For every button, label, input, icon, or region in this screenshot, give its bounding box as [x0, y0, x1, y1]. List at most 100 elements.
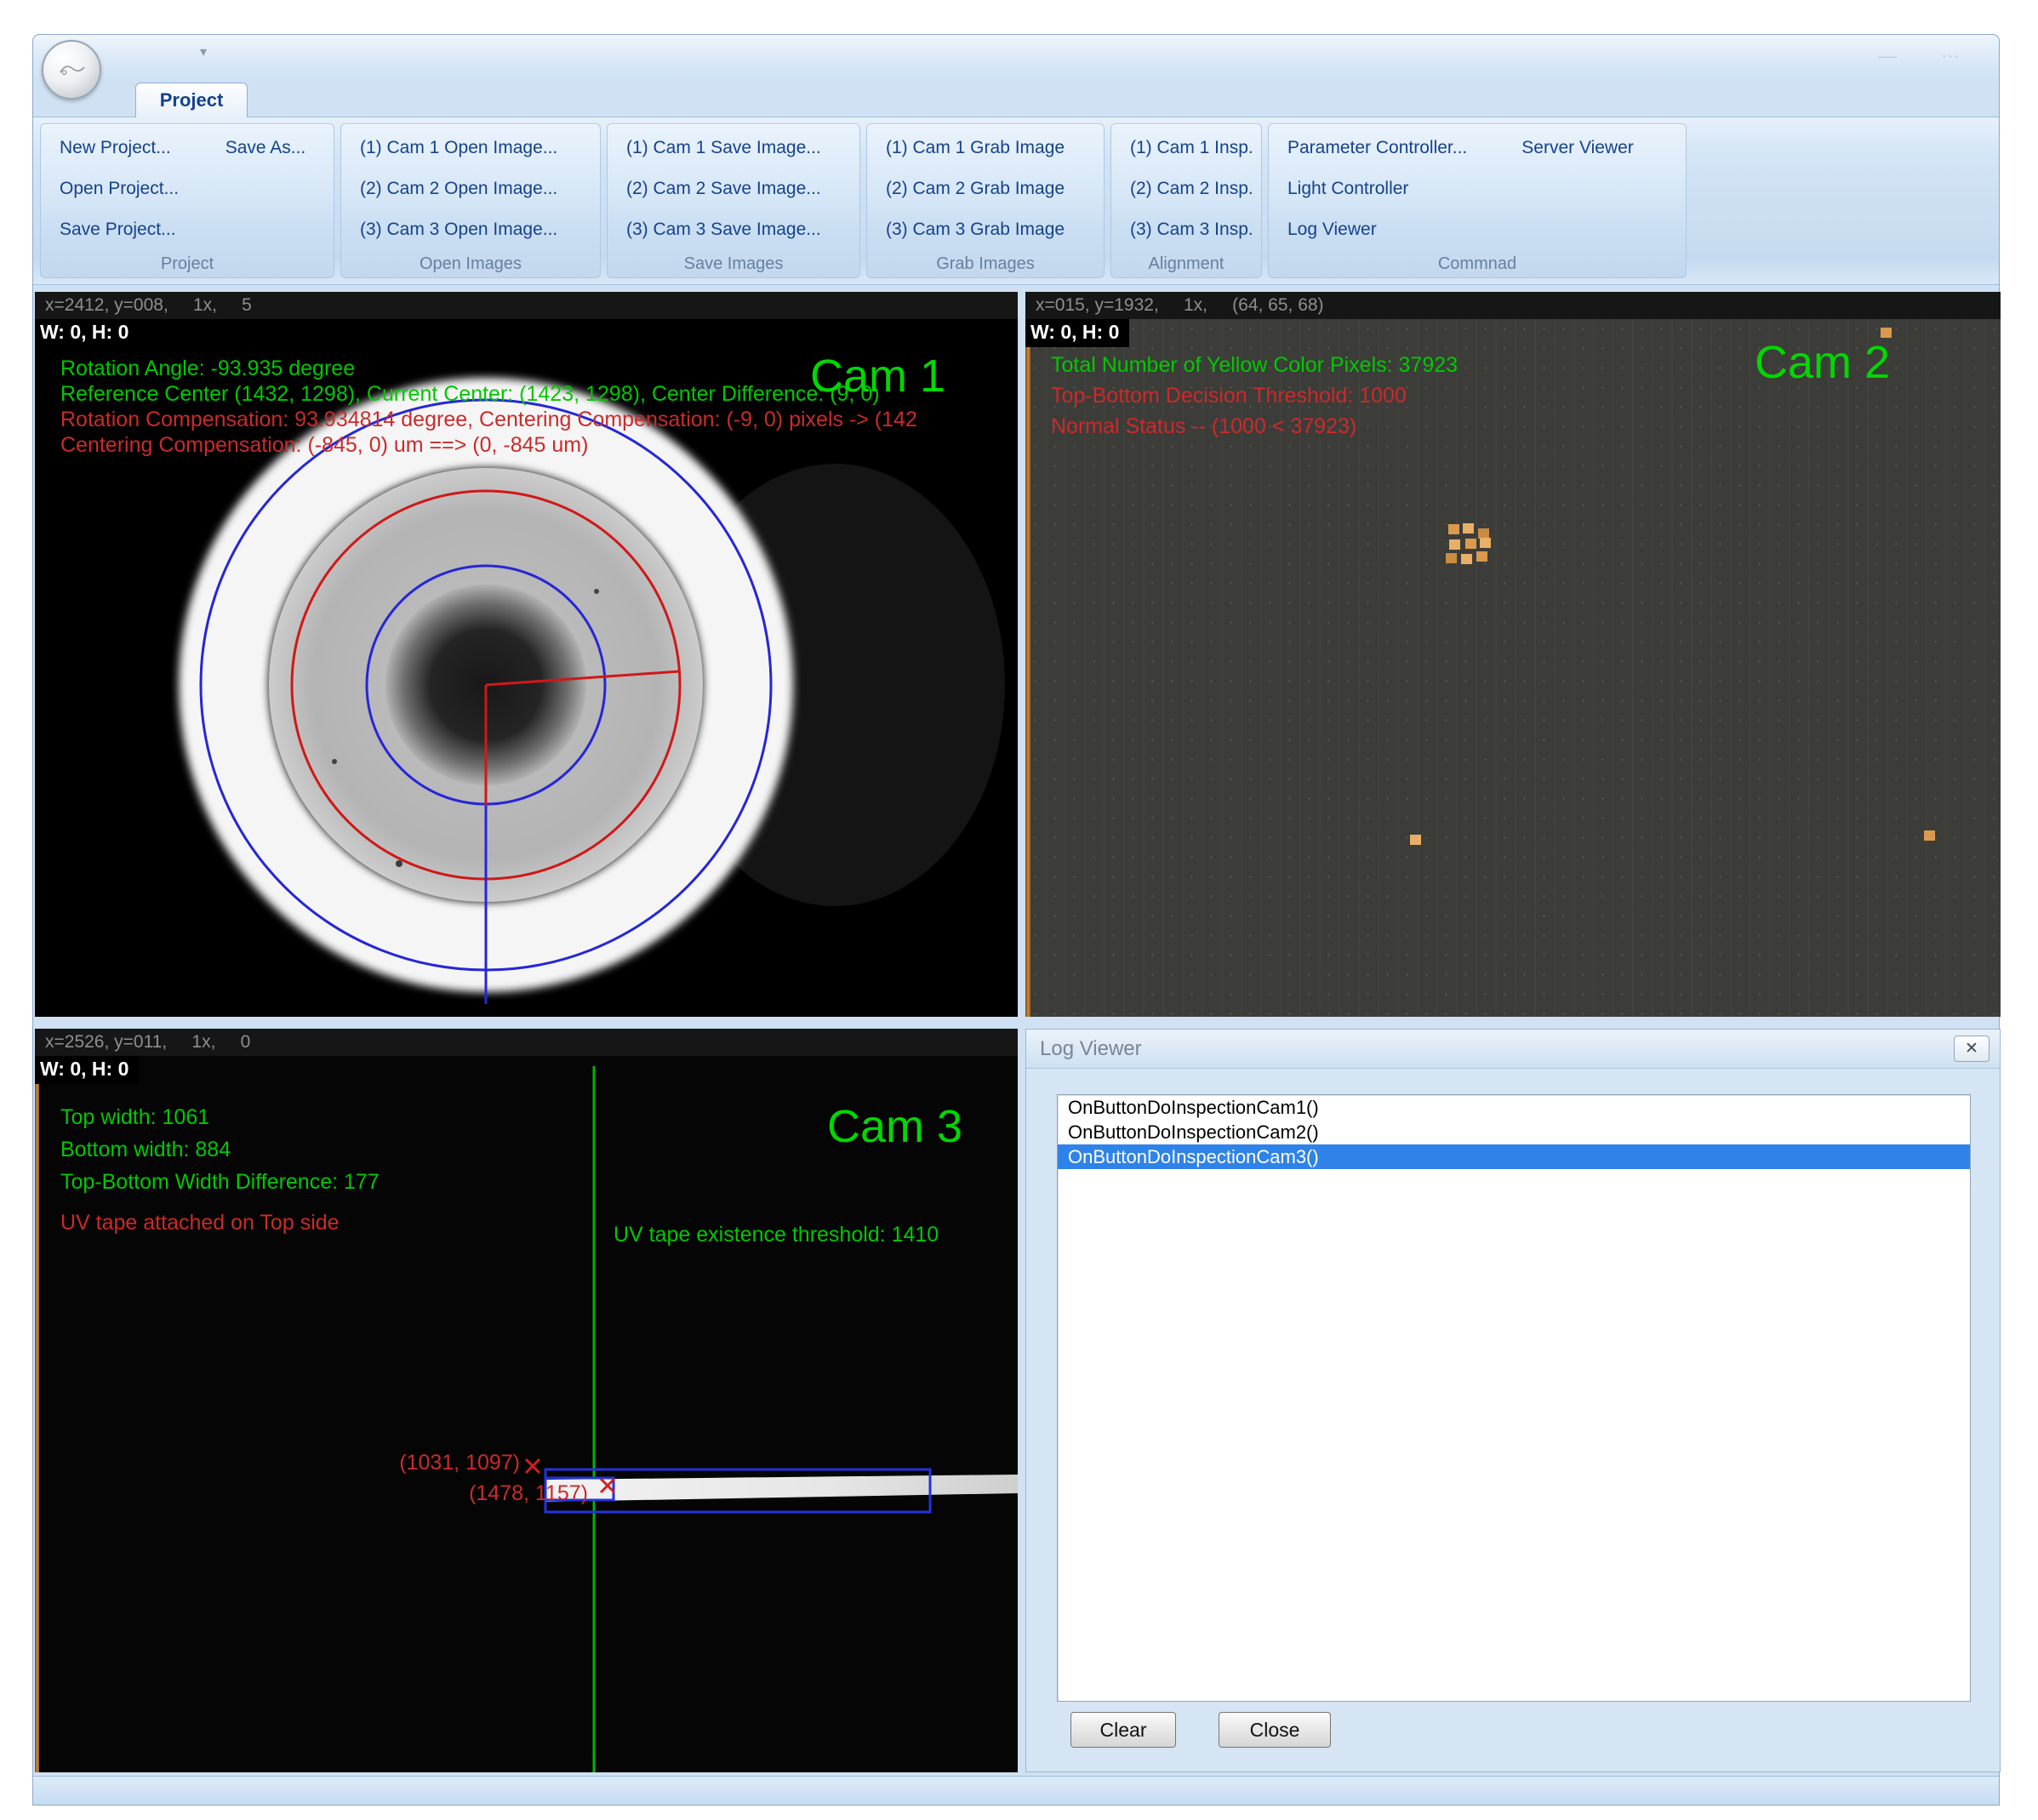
yellow-pixel	[1480, 538, 1491, 548]
server-viewer-button[interactable]: Server Viewer	[1513, 131, 1642, 165]
log-list-item-selected[interactable]: OnButtonDoInspectionCam3()	[1058, 1144, 1970, 1169]
cam3-point2-label: (1478, 1157)	[375, 1481, 588, 1506]
ribbon-group-label-command: Commnad	[1269, 254, 1686, 277]
ribbon-row: (3) Cam 3 Save Image...	[608, 209, 859, 250]
tape-shape	[545, 1475, 1018, 1502]
ribbon-row: Save Project...	[41, 209, 334, 250]
tab-project[interactable]: Project	[135, 83, 248, 117]
cam3-uv-tape-side-text: UV tape attached on Top side	[60, 1211, 340, 1235]
yellow-pixel	[1410, 835, 1421, 845]
ribbon-group-save-images-rows: (1) Cam 1 Save Image... (2) Cam 2 Save I…	[608, 124, 859, 254]
wafer-speck	[396, 860, 402, 867]
save-as-button[interactable]: Save As...	[217, 131, 315, 165]
cam1-title: Cam 1	[810, 350, 945, 402]
yellow-pixel	[1446, 553, 1457, 563]
log-list-item[interactable]: OnButtonDoInspectionCam2()	[1058, 1120, 1970, 1144]
window-statusbar	[33, 1776, 1999, 1805]
orb-logo-icon	[55, 60, 89, 79]
cam1-cursor-status: x=2412, y=008, 1x, 5	[35, 292, 1018, 319]
new-project-button[interactable]: New Project...	[51, 131, 180, 165]
cam1-inspect-button[interactable]: (1) Cam 1 Insp.	[1122, 131, 1262, 165]
cam3-uv-threshold-text: UV tape existence threshold: 1410	[614, 1223, 939, 1247]
cam1-grab-image-button[interactable]: (1) Cam 1 Grab Image	[877, 131, 1073, 165]
cam3-panel: x=2526, y=011, 1x, 0	[35, 1029, 1018, 1772]
window-titlebar: ▾ — ⋯	[33, 35, 1999, 81]
quick-access-caret-icon[interactable]: ▾	[200, 43, 207, 60]
open-project-button[interactable]: Open Project...	[51, 172, 187, 206]
parameter-controller-button[interactable]: Parameter Controller...	[1279, 131, 1476, 165]
cam3-bottom-width-text: Bottom width: 884	[60, 1138, 231, 1162]
minimize-icon[interactable]: —	[1878, 45, 1897, 67]
cam2-yellow-pixels-text: Total Number of Yellow Color Pixels: 379…	[1051, 353, 1458, 378]
cam3-size-badge: W: 0, H: 0	[35, 1056, 139, 1084]
cam2-panel: x=015, y=1932, 1x, (64, 65, 68) W: 0, H:…	[1025, 292, 2001, 1017]
log-viewer-close-icon[interactable]: ✕	[1954, 1036, 1989, 1062]
ribbon-row: (1) Cam 1 Insp.	[1111, 128, 1261, 168]
cam3-width-difference-text: Top-Bottom Width Difference: 177	[60, 1170, 380, 1195]
yellow-pixel	[1476, 551, 1487, 562]
light-controller-button[interactable]: Light Controller	[1279, 172, 1417, 206]
cam2-open-image-button[interactable]: (2) Cam 2 Open Image...	[351, 172, 566, 206]
cam3-top-width-text: Top width: 1061	[60, 1105, 209, 1130]
window-controls: — ⋯	[1878, 45, 1960, 67]
cam1-open-image-button[interactable]: (1) Cam 1 Open Image...	[351, 131, 566, 165]
ribbon-row: (3) Cam 3 Open Image...	[341, 209, 600, 250]
cam2-status-text: Normal Status -- (1000 < 37923)	[1051, 414, 1356, 439]
cam2-size-badge: W: 0, H: 0	[1025, 319, 1129, 347]
cam1-image-view[interactable]: W: 0, H: 0 Cam 1 Rotation Angle: -93.935…	[35, 319, 1018, 1017]
ribbon-row: (2) Cam 2 Insp.	[1111, 168, 1261, 209]
ribbon: New Project... Save As... Open Project..…	[33, 117, 1999, 285]
ribbon-row: (2) Cam 2 Save Image...	[608, 168, 859, 209]
cam3-open-image-button[interactable]: (3) Cam 3 Open Image...	[351, 213, 566, 247]
cam3-inspect-button[interactable]: (3) Cam 3 Insp.	[1122, 213, 1262, 247]
ribbon-row: (2) Cam 2 Grab Image	[867, 168, 1104, 209]
ribbon-row: Light Controller	[1269, 168, 1686, 209]
cam1-reference-center-text: Reference Center (1432, 1298), Current C…	[60, 382, 880, 407]
application-menu-orb[interactable]	[42, 40, 101, 100]
ribbon-group-label-grab-images: Grab Images	[867, 254, 1104, 277]
cam3-cursor-status: x=2526, y=011, 1x, 0	[35, 1029, 1018, 1056]
ribbon-row: (2) Cam 2 Open Image...	[341, 168, 600, 209]
close-button[interactable]: Close	[1219, 1712, 1331, 1748]
cam2-save-image-button[interactable]: (2) Cam 2 Save Image...	[618, 172, 830, 206]
cam1-rotation-angle-text: Rotation Angle: -93.935 degree	[60, 357, 355, 381]
cam1-save-image-button[interactable]: (1) Cam 1 Save Image...	[618, 131, 830, 165]
log-list-item[interactable]: OnButtonDoInspectionCam1()	[1058, 1095, 1970, 1120]
cam2-threshold-text: Top-Bottom Decision Threshold: 1000	[1051, 384, 1407, 408]
ribbon-row: Parameter Controller... Server Viewer	[1269, 128, 1686, 168]
screenshot-page: ▾ — ⋯ Project New Project... Save As...	[0, 0, 2038, 1820]
cam1-centering-compensation-text: Centering Compensation: (-845, 0) um ==>…	[60, 433, 588, 458]
ribbon-row: (3) Cam 3 Grab Image	[867, 209, 1104, 250]
ribbon-row: (1) Cam 1 Grab Image	[867, 128, 1104, 168]
yellow-pixel	[1448, 524, 1459, 534]
red-x-marker-1	[526, 1459, 539, 1473]
yellow-pixel	[1449, 539, 1460, 550]
more-options-icon[interactable]: ⋯	[1941, 45, 1960, 67]
log-viewer-title: Log Viewer	[1040, 1037, 1142, 1061]
cam2-inspect-button[interactable]: (2) Cam 2 Insp.	[1122, 172, 1262, 206]
cam3-save-image-button[interactable]: (3) Cam 3 Save Image...	[618, 213, 830, 247]
save-project-button[interactable]: Save Project...	[51, 213, 185, 247]
app-window: ▾ — ⋯ Project New Project... Save As...	[32, 34, 2000, 1806]
cam3-image-view[interactable]: W: 0, H: 0 Cam 3 Top width: 1061 Bottom …	[35, 1056, 1018, 1772]
ribbon-group-project: New Project... Save As... Open Project..…	[40, 123, 334, 278]
yellow-pixel	[1463, 523, 1474, 533]
cam3-grab-image-button[interactable]: (3) Cam 3 Grab Image	[877, 213, 1073, 247]
clear-button[interactable]: Clear	[1070, 1712, 1176, 1748]
ribbon-row: Open Project...	[41, 168, 334, 209]
ribbon-row: Log Viewer	[1269, 209, 1686, 250]
cam1-rotation-compensation-text: Rotation Compensation: 93.934814 degree,…	[60, 408, 917, 432]
ribbon-group-save-images: (1) Cam 1 Save Image... (2) Cam 2 Save I…	[607, 123, 860, 278]
cam2-grab-image-button[interactable]: (2) Cam 2 Grab Image	[877, 172, 1073, 206]
log-list[interactable]: OnButtonDoInspectionCam1() OnButtonDoIns…	[1057, 1094, 1971, 1702]
yellow-pixel	[1924, 830, 1935, 841]
ribbon-group-label-save-images: Save Images	[608, 254, 859, 277]
log-viewer-button[interactable]: Log Viewer	[1279, 213, 1385, 247]
cam3-left-edge-strip	[35, 1056, 39, 1772]
cam2-left-edge-strip	[1025, 319, 1030, 1017]
ribbon-group-alignment: (1) Cam 1 Insp. (2) Cam 2 Insp. (3) Cam …	[1110, 123, 1262, 278]
cam2-image-view[interactable]: W: 0, H: 0 Cam 2 Total Number of Yellow …	[1025, 319, 2001, 1017]
log-viewer-titlebar: Log Viewer ✕	[1026, 1030, 2000, 1069]
ribbon-group-grab-images: (1) Cam 1 Grab Image (2) Cam 2 Grab Imag…	[866, 123, 1105, 278]
ribbon-group-label-open-images: Open Images	[341, 254, 600, 277]
